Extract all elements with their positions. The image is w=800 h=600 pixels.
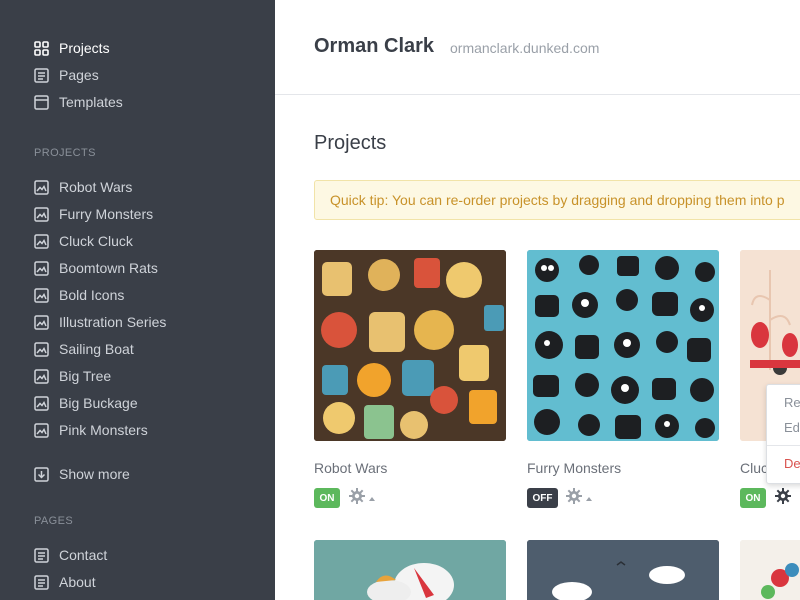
sidebar-page-about[interactable]: About — [34, 572, 96, 592]
project-thumbnail-furry-monsters[interactable] — [527, 250, 719, 441]
sidebar-nav-templates[interactable]: Templates — [34, 92, 123, 112]
sidebar-nav-projects[interactable]: Projects — [34, 38, 110, 58]
status-toggle[interactable]: ON — [314, 488, 340, 508]
sidebar-project-item[interactable]: Big Buckage — [34, 393, 138, 413]
sidebar-project-label: Boomtown Rats — [59, 260, 158, 276]
menu-divider — [767, 445, 800, 446]
settings-dropdown[interactable] — [775, 487, 800, 509]
image-icon — [34, 233, 49, 249]
sidebar-project-label: Cluck Cluck — [59, 233, 133, 249]
image-icon — [34, 422, 49, 438]
project-card-title[interactable]: Robot Wars — [314, 460, 387, 476]
show-more-button[interactable]: Show more — [34, 464, 130, 484]
image-icon — [34, 314, 49, 330]
projects-heading: PROJECTS — [34, 147, 96, 159]
sidebar-project-label: Pink Monsters — [59, 422, 148, 438]
sidebar-nav-label: Templates — [59, 94, 123, 110]
image-icon — [34, 287, 49, 303]
sidebar-page-label: Contact — [59, 547, 108, 563]
settings-dropdown[interactable] — [349, 487, 377, 509]
sidebar-nav-label: Pages — [59, 67, 99, 83]
sidebar: Projects Pages Templates PROJECTS Robot … — [0, 0, 275, 600]
gear-icon — [775, 487, 791, 509]
show-more-label: Show more — [59, 466, 130, 482]
sidebar-project-item[interactable]: Boomtown Rats — [34, 258, 158, 278]
sidebar-nav-pages[interactable]: Pages — [34, 65, 99, 85]
sidebar-project-label: Big Buckage — [59, 395, 138, 411]
image-icon — [34, 341, 49, 357]
project-card-title[interactable]: Cluc — [740, 460, 768, 476]
user-name: Orman Clark — [314, 35, 435, 57]
caret-up-icon — [369, 489, 375, 507]
download-icon — [34, 466, 49, 482]
sidebar-project-label: Illustration Series — [59, 314, 167, 330]
sidebar-nav-label: Projects — [59, 40, 110, 56]
page-title: Projects — [314, 132, 387, 154]
image-icon — [34, 206, 49, 222]
image-icon — [34, 260, 49, 276]
gear-icon — [566, 487, 582, 509]
image-icon — [34, 395, 49, 411]
status-toggle[interactable]: OFF — [527, 488, 558, 508]
menu-item-delete[interactable]: De — [784, 456, 800, 471]
sidebar-project-label: Sailing Boat — [59, 341, 134, 357]
project-thumbnail[interactable] — [314, 540, 506, 600]
sidebar-project-item[interactable]: Sailing Boat — [34, 339, 134, 359]
gear-icon — [349, 487, 365, 509]
project-thumbnail[interactable] — [527, 540, 719, 600]
project-thumbnail-robot-wars[interactable] — [314, 250, 506, 441]
project-thumbnail[interactable] — [740, 540, 800, 600]
menu-item-edit[interactable]: Ed — [784, 420, 800, 435]
project-card-title[interactable]: Furry Monsters — [527, 460, 621, 476]
sidebar-project-item[interactable]: Illustration Series — [34, 312, 166, 332]
sidebar-project-label: Furry Monsters — [59, 206, 154, 222]
sidebar-project-label: Robot Wars — [59, 179, 133, 195]
template-icon — [34, 94, 49, 110]
sidebar-project-item[interactable]: Pink Monsters — [34, 420, 148, 440]
page-icon — [34, 574, 49, 590]
page-icon — [34, 547, 49, 563]
sidebar-project-item[interactable]: Furry Monsters — [34, 204, 153, 224]
sidebar-project-item[interactable]: Big Tree — [34, 366, 111, 386]
page-icon — [34, 67, 49, 83]
settings-dropdown[interactable] — [566, 487, 594, 509]
sidebar-page-label: About — [59, 574, 96, 590]
image-icon — [34, 179, 49, 195]
pages-heading: PAGES — [34, 515, 74, 527]
user-url[interactable]: ormanclark.dunked.com — [450, 40, 599, 56]
header: Orman Clark ormanclark.dunked.com — [275, 0, 800, 95]
grid-icon — [34, 40, 49, 56]
menu-item-rename[interactable]: Re — [784, 395, 800, 410]
caret-up-icon — [586, 489, 592, 507]
sidebar-project-label: Big Tree — [59, 368, 112, 384]
sidebar-project-item[interactable]: Robot Wars — [34, 177, 132, 197]
sidebar-project-item[interactable]: Bold Icons — [34, 285, 124, 305]
sidebar-project-label: Bold Icons — [59, 287, 125, 303]
image-icon — [34, 368, 49, 384]
settings-menu: Re Ed De — [766, 384, 800, 484]
sidebar-page-contact[interactable]: Contact — [34, 545, 107, 565]
status-toggle[interactable]: ON — [740, 488, 766, 508]
quick-tip-banner: Quick tip: You can re-order projects by … — [314, 180, 800, 220]
sidebar-project-item[interactable]: Cluck Cluck — [34, 231, 133, 251]
